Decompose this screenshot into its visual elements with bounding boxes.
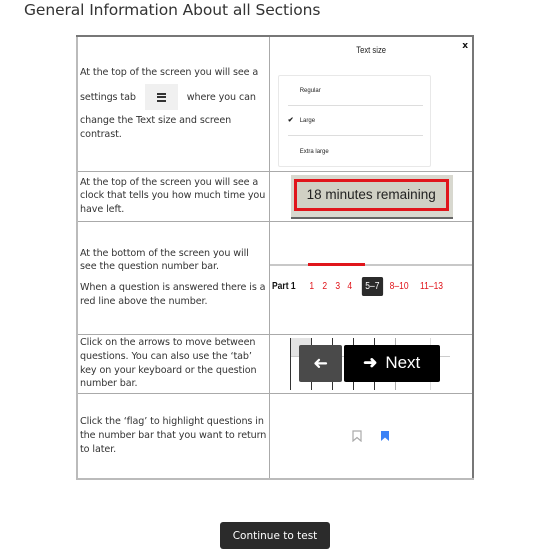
text-size-option-large[interactable]: ✔ Large	[287, 106, 423, 136]
table-row-navigation: Click on the arrows to move between ques…	[76, 333, 474, 394]
settings-desc-line2: settings tab where you can	[80, 83, 267, 110]
number-bar-description: At the bottom of the screen you will see…	[76, 220, 270, 335]
question-nav-11-13[interactable]: 11–13	[420, 281, 443, 292]
question-nav-1[interactable]: 1	[310, 281, 315, 292]
navigation-visual: ➜ ➜ Next	[268, 333, 474, 394]
settings-desc-line1: At the top of the screen you will see a	[80, 67, 259, 79]
clock-highlight: 18 minutes remaining	[293, 178, 449, 211]
flag-description: Click the ‘flag’ to highlight questions …	[76, 392, 270, 480]
table-row-clock: At the top of the screen you will see a …	[76, 170, 474, 222]
question-number-bar: Part 1 1 2 3 4 5–7 8–10 11–13	[271, 276, 452, 296]
bookmark-outline-icon[interactable]	[352, 430, 362, 442]
table-row-settings: At the top of the screen you will see a …	[76, 35, 474, 172]
part-label: Part 1	[271, 280, 296, 292]
arrow-left-icon: ➜	[312, 352, 328, 374]
clock-visual: 18 minutes remaining	[268, 170, 474, 222]
text-size-option-extra-large[interactable]: Extra large	[288, 137, 423, 167]
table-row-number-bar: At the bottom of the screen you will see…	[76, 220, 474, 335]
navigation-description: Click on the arrows to move between ques…	[76, 333, 270, 394]
text-size-option-regular[interactable]: Regular	[287, 76, 423, 106]
checkmark-icon: ✔	[287, 117, 294, 124]
question-nav-4[interactable]: 4	[348, 281, 353, 292]
info-table: At the top of the screen you will see a …	[76, 35, 474, 480]
page-title: General Information About all Sections	[24, 1, 321, 19]
table-row-flag: Click the ‘flag’ to highlight questions …	[76, 392, 474, 480]
question-nav-8-10[interactable]: 8–10	[390, 281, 409, 292]
text-size-title: Text size	[355, 45, 386, 55]
settings-description: At the top of the screen you will see a …	[76, 35, 270, 172]
text-size-panel: Text size x Regular ✔ Large Extra large	[268, 35, 474, 172]
next-button[interactable]: ➜ Next	[343, 344, 440, 382]
time-remaining: 18 minutes remaining	[306, 187, 436, 202]
continue-to-test-button[interactable]: Continue to test	[220, 522, 330, 549]
clock-banner: 18 minutes remaining	[290, 174, 453, 219]
question-nav-5-7[interactable]: 5–7	[361, 276, 383, 296]
close-icon[interactable]: x	[462, 41, 468, 51]
number-bar-track	[269, 263, 472, 266]
arrow-right-icon: ➜	[363, 353, 378, 372]
question-nav-3[interactable]: 3	[335, 281, 340, 292]
settings-desc-line3: change the Text size and screen contrast…	[80, 114, 232, 140]
answered-indicator	[307, 262, 365, 266]
question-nav-2[interactable]: 2	[322, 281, 327, 292]
number-bar-visual: Part 1 1 2 3 4 5–7 8–10 11–13	[268, 220, 474, 335]
previous-button[interactable]: ➜	[298, 344, 342, 382]
flag-visual	[268, 392, 474, 480]
bookmark-filled-icon[interactable]	[380, 430, 390, 442]
hamburger-menu-icon	[144, 83, 178, 110]
clock-description: At the top of the screen you will see a …	[76, 170, 270, 222]
text-size-options: Regular ✔ Large Extra large	[277, 75, 431, 167]
